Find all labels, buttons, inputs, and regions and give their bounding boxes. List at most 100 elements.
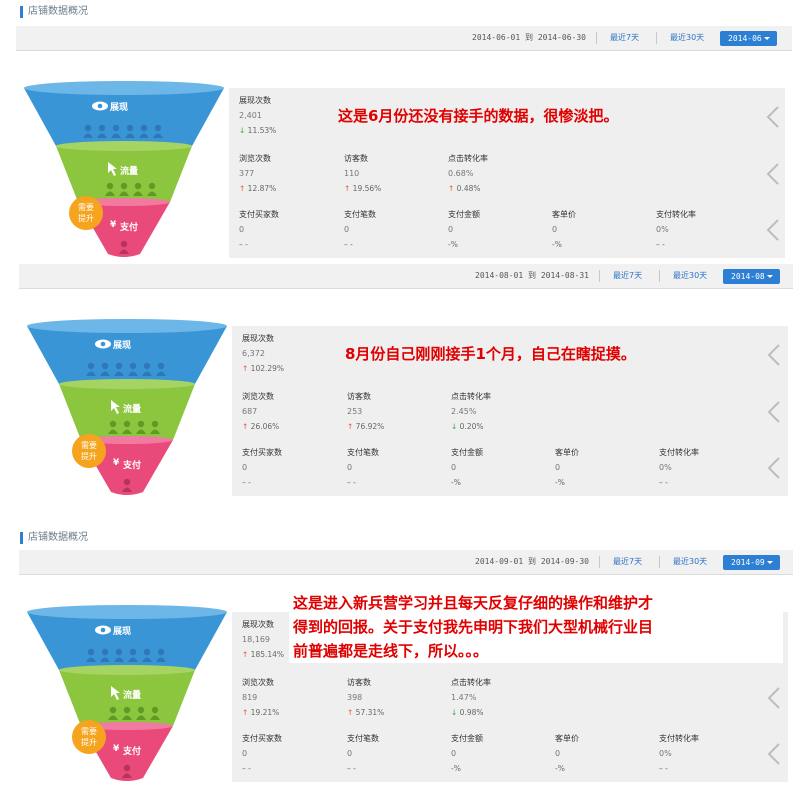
annotation-note: 8月份自己刚刚接手1个月，自己在瞎捉摸。 bbox=[345, 345, 636, 363]
traffic-row bbox=[229, 146, 785, 203]
recent-7-days-link[interactable]: 最近7天 bbox=[613, 264, 642, 288]
recent-7-days-link[interactable]: 最近7天 bbox=[613, 550, 642, 574]
yen-icon: ¥ bbox=[113, 744, 120, 754]
metric-change: ↓ 0.98% bbox=[451, 706, 491, 720]
row3-metric: 支付买家数 0 – - bbox=[242, 732, 282, 776]
metric-change: ↑ 185.14% bbox=[242, 648, 284, 662]
date-range[interactable]: 2014-06-01 到 2014-06-30 bbox=[472, 26, 586, 50]
metric-change-value: 185.14% bbox=[250, 650, 285, 659]
metric-value: 0 bbox=[347, 463, 353, 472]
metric-value: 0% bbox=[659, 463, 672, 472]
metric-value: 0 bbox=[242, 749, 248, 758]
month-select-button[interactable]: 2014-08 bbox=[723, 269, 780, 284]
metric-label: 支付买家数 bbox=[239, 210, 279, 219]
row3-metric: 支付笔数 0 – - bbox=[344, 208, 376, 252]
chevron-left-icon[interactable] bbox=[767, 687, 781, 709]
metric-value: 0 bbox=[239, 225, 245, 234]
metric-value: 377 bbox=[239, 169, 255, 178]
divider bbox=[599, 556, 600, 568]
needs-improvement-badge: 需要 提升 bbox=[69, 196, 103, 230]
metric-change: – - bbox=[347, 762, 379, 776]
metric-label: 访客数 bbox=[347, 678, 371, 687]
arrow-up-icon: ↑ bbox=[347, 422, 356, 431]
metric-change: ↑ 57.31% bbox=[347, 706, 384, 720]
arrow-up-icon: ↑ bbox=[347, 708, 356, 717]
metric-value: 2.45% bbox=[451, 407, 477, 416]
caret-down-icon bbox=[767, 275, 773, 278]
chevron-left-icon[interactable] bbox=[767, 401, 781, 423]
metric-change: ↑ 12.87% bbox=[239, 182, 276, 196]
funnel-traffic-label: 流量 bbox=[123, 405, 142, 415]
arrow-down-icon: ↓ bbox=[451, 708, 460, 717]
divider bbox=[659, 270, 660, 282]
row3-metric: 支付买家数 0 – - bbox=[239, 208, 279, 252]
metric-value: 18,169 bbox=[242, 635, 270, 644]
metric-change-value: 19.56% bbox=[352, 184, 382, 193]
metric-value: 0% bbox=[656, 225, 669, 234]
metric-label: 展现次数 bbox=[242, 620, 274, 629]
metric-change: -% bbox=[448, 238, 480, 252]
metric-change-value: -% bbox=[555, 478, 565, 487]
chevron-left-icon[interactable] bbox=[767, 344, 781, 366]
metric-value: 0 bbox=[555, 463, 561, 472]
metric-value: 0 bbox=[552, 225, 558, 234]
annotation-note: 这是进入新兵营学习并且每天反复仔细的操作和维护才 得到的回报。关于支付我先申明下我… bbox=[289, 591, 783, 663]
arrow-down-icon: ↓ bbox=[239, 126, 248, 135]
row2-metric: 点击转化率 1.47% ↓ 0.98% bbox=[451, 676, 491, 720]
metric-value: 687 bbox=[242, 407, 258, 416]
metric-value: 398 bbox=[347, 693, 363, 702]
metric-label: 浏览次数 bbox=[242, 392, 274, 401]
row3-metric: 支付买家数 0 – - bbox=[242, 446, 282, 490]
caret-down-icon bbox=[767, 561, 773, 564]
arrow-up-icon: ↑ bbox=[242, 422, 251, 431]
annotation-note-line: 前普遍都是走线下，所以。。。 bbox=[293, 642, 489, 660]
payment-row bbox=[232, 440, 788, 497]
badge-line: 提升 bbox=[81, 738, 97, 747]
badge-line: 提升 bbox=[81, 452, 97, 461]
recent-30-days-link[interactable]: 最近30天 bbox=[673, 264, 707, 288]
chevron-left-icon[interactable] bbox=[767, 457, 781, 479]
metric-change: – - bbox=[347, 476, 379, 490]
metric-label: 支付转化率 bbox=[659, 448, 699, 457]
yen-icon: ¥ bbox=[113, 458, 120, 468]
metric-change-value: 76.92% bbox=[355, 422, 385, 431]
month-select-button[interactable]: 2014-06 bbox=[720, 31, 777, 46]
divider bbox=[599, 270, 600, 282]
badge-line: 需要 bbox=[81, 441, 97, 450]
metric-change: – - bbox=[659, 476, 699, 490]
chevron-left-icon[interactable] bbox=[766, 163, 780, 185]
chevron-left-icon[interactable] bbox=[766, 219, 780, 241]
badge-line: 需要 bbox=[78, 203, 94, 212]
metric-label: 点击转化率 bbox=[451, 392, 491, 401]
panel-august: 2014-08-01 到 2014-08-31 最近7天 最近30天 2014-… bbox=[19, 264, 793, 497]
metric-label: 支付买家数 bbox=[242, 448, 282, 457]
metric-value: 0 bbox=[555, 749, 561, 758]
funnel-show-label: 展现 bbox=[113, 341, 132, 351]
metric-change-value: – - bbox=[656, 240, 665, 249]
metric-change-value: 102.29% bbox=[250, 364, 285, 373]
recent-30-days-link[interactable]: 最近30天 bbox=[670, 26, 704, 50]
metric-label: 支付转化率 bbox=[659, 734, 699, 743]
row2-metric: 点击转化率 2.45% ↓ 0.20% bbox=[451, 390, 491, 434]
month-select-button[interactable]: 2014-09 bbox=[723, 555, 780, 570]
metric-change-value: – - bbox=[347, 478, 356, 487]
chevron-left-icon[interactable] bbox=[766, 106, 780, 128]
metric-change: – - bbox=[659, 762, 699, 776]
annotation-note-line: 得到的回报。关于支付我先申明下我们大型机械行业目 bbox=[293, 618, 654, 636]
recent-30-days-link[interactable]: 最近30天 bbox=[673, 550, 707, 574]
date-range[interactable]: 2014-09-01 到 2014-09-30 bbox=[475, 550, 589, 574]
chevron-left-icon[interactable] bbox=[767, 743, 781, 765]
funnel-show-segment bbox=[24, 88, 224, 146]
date-toolbar: 2014-09-01 到 2014-09-30 最近7天 最近30天 2014-… bbox=[19, 550, 793, 575]
badge-line: 提升 bbox=[78, 214, 94, 223]
metric-label: 支付金额 bbox=[451, 734, 483, 743]
metric-value: 0 bbox=[242, 463, 248, 472]
section-title: 店铺数据概况 bbox=[20, 532, 88, 544]
metric-change: -% bbox=[552, 238, 576, 252]
recent-7-days-link[interactable]: 最近7天 bbox=[610, 26, 639, 50]
metric-change: ↑ 102.29% bbox=[242, 362, 284, 376]
metric-value: 0 bbox=[448, 225, 454, 234]
funnel-pay-label: 支付 bbox=[123, 461, 142, 471]
date-range[interactable]: 2014-08-01 到 2014-08-31 bbox=[475, 264, 589, 288]
row3-metric: 支付笔数 0 – - bbox=[347, 446, 379, 490]
